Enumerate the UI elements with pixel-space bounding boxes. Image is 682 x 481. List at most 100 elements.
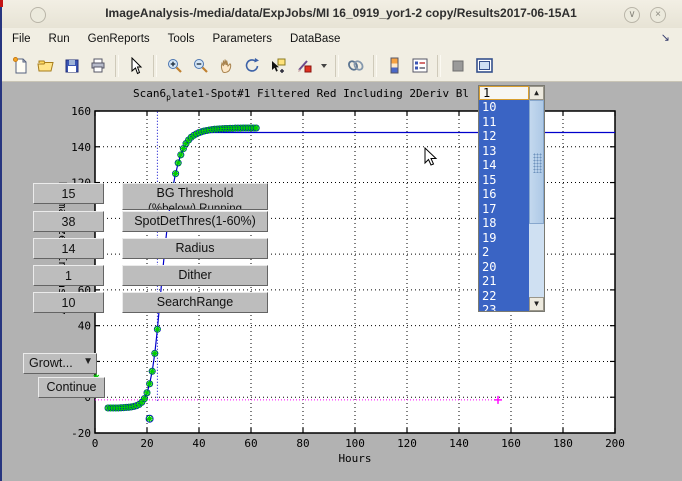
dropdown-item-21[interactable]: 21 <box>479 274 529 289</box>
insert-legend-icon[interactable] <box>408 54 432 78</box>
spotdetthres-button-label: SpotDetThres(1-60%) <box>123 212 267 231</box>
spot-number-dropdown-list: 1 10111213141516171819220212223 ▲ ▼ <box>478 85 545 312</box>
zoom-in-icon[interactable] <box>162 54 186 78</box>
menu-item-file[interactable]: File <box>12 33 31 45</box>
menu-overflow-arrow-icon[interactable]: ↘ <box>661 31 670 44</box>
y-tick-label: 140 <box>71 141 91 154</box>
growth-popup-label: Growt... <box>29 356 73 370</box>
menubar: File Run GenReports Tools Parameters DataBase <box>2 28 682 50</box>
dropdown-item-11[interactable]: 11 <box>479 115 529 130</box>
continue-button[interactable]: Continue <box>38 377 105 398</box>
toolbar-separator <box>335 55 339 77</box>
y-tick-label: 160 <box>71 105 91 118</box>
x-tick-label: 200 <box>605 437 625 450</box>
window-corner-handle <box>0 0 3 7</box>
menu-item-database[interactable]: DataBase <box>290 33 341 45</box>
radius-button-label: Radius <box>123 239 267 258</box>
window-title: ImageAnalysis-/media/data/ExpJobs/MI 16_… <box>0 6 682 20</box>
scroll-up-icon[interactable]: ▲ <box>529 86 544 100</box>
bg-threshold-button-sublabel: (%below) Running <box>123 203 267 210</box>
print-icon[interactable] <box>86 54 110 78</box>
dropdown-item-17[interactable]: 17 <box>479 202 529 217</box>
growth-popup-menu[interactable]: Growt... ▼ <box>23 353 97 374</box>
rotate-3d-icon[interactable] <box>240 54 264 78</box>
plot-title-prefix: Scan6 <box>133 87 166 100</box>
brush-icon[interactable] <box>292 54 316 78</box>
open-folder-icon[interactable] <box>34 54 58 78</box>
menu-item-tools[interactable]: Tools <box>168 33 195 45</box>
dropdown-item-10[interactable]: 10 <box>479 100 529 115</box>
bg-threshold-button-label: BG Threshold <box>123 184 267 203</box>
pointer-arrow-icon[interactable] <box>124 54 148 78</box>
menu-item-parameters[interactable]: Parameters <box>213 33 272 45</box>
x-tick-label: 40 <box>192 437 205 450</box>
x-tick-label: 60 <box>244 437 257 450</box>
x-tick-label: 100 <box>345 437 365 450</box>
application-window: ImageAnalysis-/media/data/ExpJobs/MI 16_… <box>0 0 682 481</box>
dropdown-item-19[interactable]: 19 <box>479 231 529 246</box>
link-plots-icon[interactable] <box>344 54 368 78</box>
plot-tools-on-icon[interactable] <box>472 54 496 78</box>
colorbar-icon[interactable] <box>382 54 406 78</box>
radius-field[interactable] <box>33 238 104 259</box>
toolbar <box>2 50 682 82</box>
dropdown-item-1[interactable]: 1 <box>479 86 529 100</box>
shade-button[interactable]: ∨ <box>624 7 640 23</box>
spotdetthres-field[interactable] <box>33 211 104 232</box>
scroll-down-icon[interactable]: ▼ <box>529 297 544 311</box>
y-tick-label: -20 <box>71 427 91 440</box>
dropdown-item-20[interactable]: 20 <box>479 260 529 275</box>
searchrange-button[interactable]: SearchRange <box>122 292 268 313</box>
brush-dropdown-icon[interactable] <box>318 54 330 78</box>
mouse-cursor <box>424 147 438 167</box>
pan-hand-icon[interactable] <box>214 54 238 78</box>
save-icon[interactable] <box>60 54 84 78</box>
bg-threshold-button[interactable]: BG Threshold (%below) Running <box>122 183 268 210</box>
x-tick-label: 120 <box>397 437 417 450</box>
dropdown-item-18[interactable]: 18 <box>479 216 529 231</box>
dropdown-item-22[interactable]: 22 <box>479 289 529 304</box>
searchrange-field[interactable] <box>33 292 104 313</box>
dropdown-item-2[interactable]: 2 <box>479 245 529 260</box>
dither-button-label: Dither <box>123 266 267 285</box>
dropdown-item-14[interactable]: 14 <box>479 158 529 173</box>
toolbar-separator <box>153 55 157 77</box>
dither-button[interactable]: Dither <box>122 265 268 286</box>
spotdetthres-button[interactable]: SpotDetThres(1-60%) <box>122 211 268 232</box>
close-button[interactable]: × <box>650 7 666 23</box>
dropdown-items: 10111213141516171819220212223 <box>479 100 529 311</box>
dropdown-item-13[interactable]: 13 <box>479 144 529 159</box>
radius-button[interactable]: Radius <box>122 238 268 259</box>
chevron-down-icon: ▼ <box>83 356 93 367</box>
titlebar[interactable]: ImageAnalysis-/media/data/ExpJobs/MI 16_… <box>0 0 682 29</box>
dropdown-item-15[interactable]: 15 <box>479 173 529 188</box>
x-tick-label: 0 <box>92 437 99 450</box>
plot-title: Scan6plate1-Spot#1 Filtered Red Includin… <box>133 87 469 102</box>
dropdown-scrollbar[interactable]: ▲ ▼ <box>529 86 544 311</box>
y-tick-label: 40 <box>78 320 91 333</box>
x-tick-label: 180 <box>553 437 573 450</box>
data-cursor-icon[interactable] <box>266 54 290 78</box>
toolbar-separator <box>115 55 119 77</box>
dropdown-item-23[interactable]: 23 <box>479 303 529 311</box>
x-tick-label: 140 <box>449 437 469 450</box>
menu-item-run[interactable]: Run <box>49 33 70 45</box>
dither-field[interactable] <box>33 265 104 286</box>
dropdown-item-16[interactable]: 16 <box>479 187 529 202</box>
toolbar-separator <box>437 55 441 77</box>
menu-item-genreports[interactable]: GenReports <box>88 33 150 45</box>
toolbar-separator <box>373 55 377 77</box>
plot-tools-off-icon[interactable] <box>446 54 470 78</box>
plot-title-rest: late1-Spot#1 Filtered Red Including 2Der… <box>171 87 469 100</box>
dropdown-item-12[interactable]: 12 <box>479 129 529 144</box>
bg-threshold-field[interactable] <box>33 183 104 204</box>
x-tick-label: 80 <box>296 437 309 450</box>
x-axis-label: Hours <box>338 452 371 465</box>
new-document-icon[interactable] <box>8 54 32 78</box>
scrollbar-thumb[interactable] <box>529 100 544 224</box>
searchrange-button-label: SearchRange <box>123 293 267 312</box>
scrollbar-grip-dots <box>533 153 542 173</box>
x-tick-label: 20 <box>140 437 153 450</box>
zoom-out-icon[interactable] <box>188 54 212 78</box>
x-tick-label: 160 <box>501 437 521 450</box>
